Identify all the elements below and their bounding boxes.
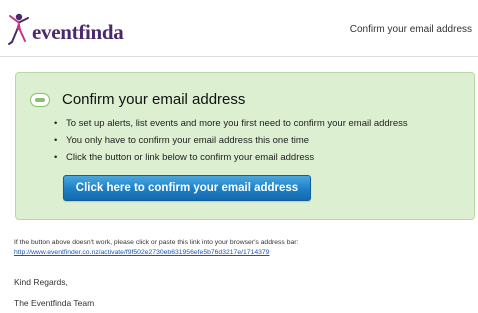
confirm-email-button[interactable]: Click here to confirm your email address [63,175,311,201]
instruction-item: Click the button or link below to confir… [54,149,408,166]
logo-text: eventfinda [32,20,124,44]
closing-regards: Kind Regards, [14,277,68,287]
email-header: eventfinda Confirm your email address [0,0,478,57]
instruction-item: To set up alerts, list events and more y… [54,115,408,132]
panel-title-row: Confirm your email address [30,91,245,108]
signature: The Eventfinda Team [14,298,95,308]
instruction-item: You only have to confirm your email addr… [54,132,408,149]
fallback-note: If the button above doesn't work, please… [14,239,299,246]
header-title: Confirm your email address [349,24,472,35]
dancing-figure-icon [8,13,29,45]
confirmation-panel: Confirm your email address To set up ale… [15,72,475,220]
instruction-list: To set up alerts, list events and more y… [54,115,408,166]
panel-title: Confirm your email address [62,91,246,108]
activation-link[interactable]: http://www.eventfinder.co.nz/activate/f9… [14,249,269,256]
speech-bubble-icon [30,92,50,107]
eventfinda-logo[interactable]: eventfinda [8,10,124,46]
